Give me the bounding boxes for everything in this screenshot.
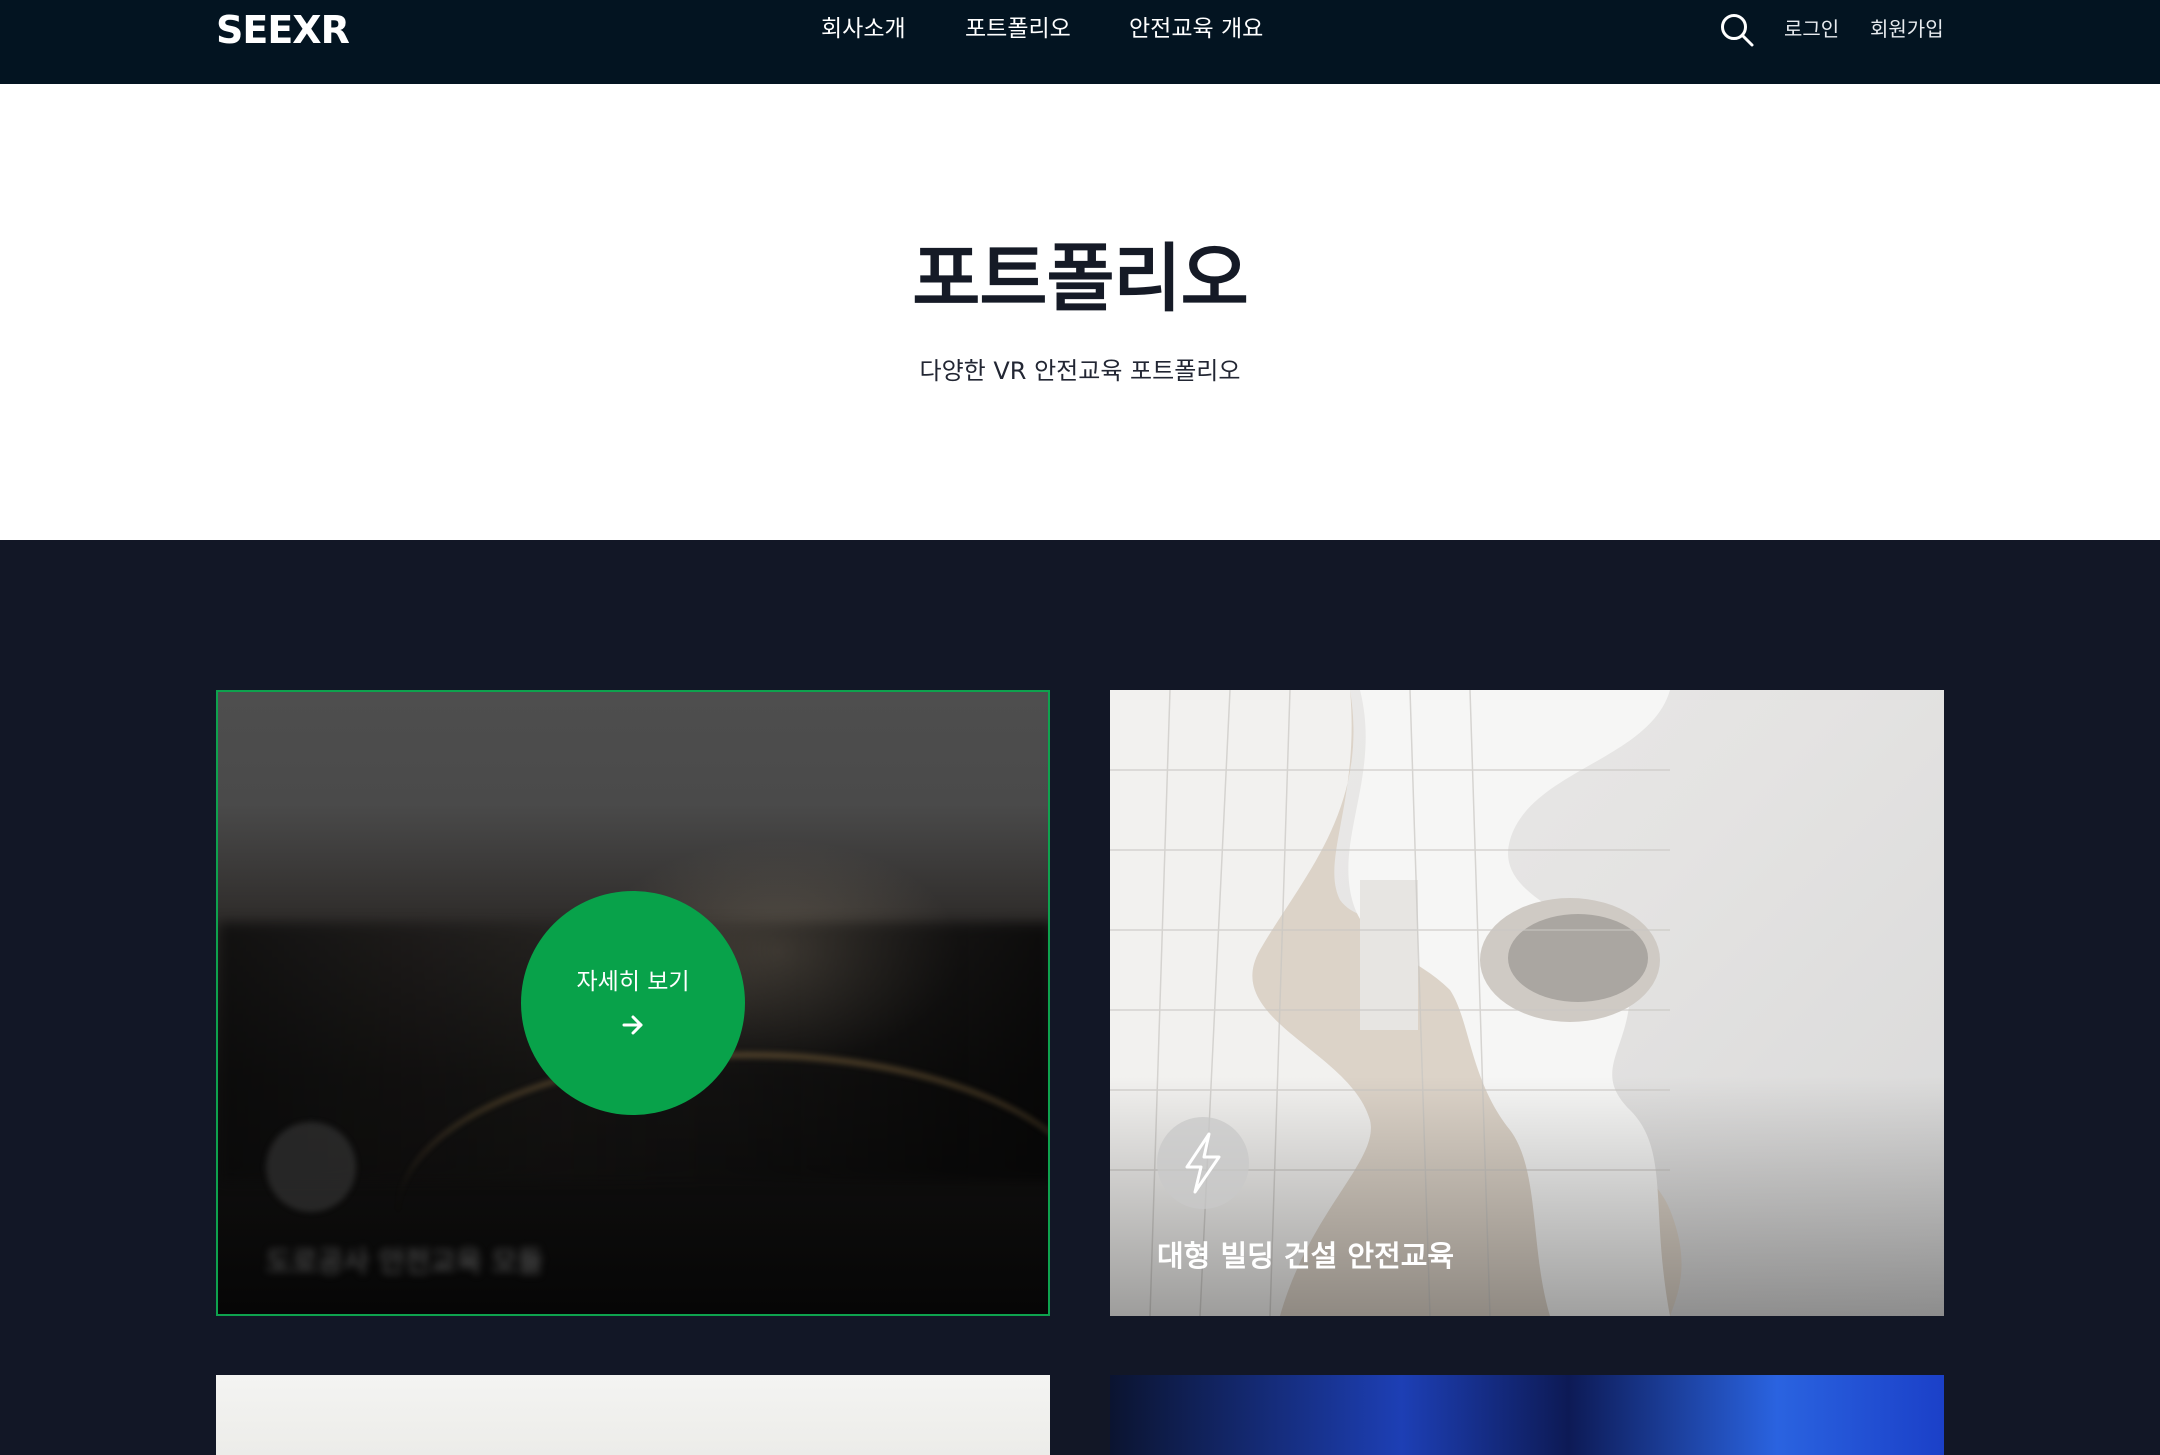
signup-link[interactable]: 회원가입 (1870, 16, 1944, 42)
page-title: 포트폴리오 (912, 236, 1248, 322)
view-details-button[interactable]: 자세히 보기 (521, 891, 745, 1115)
card-title: 대형 빌딩 건설 안전교육 (1157, 1239, 1455, 1273)
view-details-label: 자세히 보기 (576, 969, 690, 995)
card-category-badge (1157, 1117, 1249, 1209)
lightning-bolt-icon (1185, 1132, 1221, 1194)
search-icon[interactable] (1719, 12, 1755, 48)
card-title: 도로공사 안전교육 모듈 (266, 1245, 544, 1278)
page-subtitle: 다양한 VR 안전교육 포트폴리오 (919, 357, 1241, 385)
arrow-right-icon (622, 1015, 643, 1035)
nav-item-safety-overview[interactable]: 안전교육 개요 (1129, 14, 1263, 44)
card-image-partial (216, 1375, 1050, 1455)
portfolio-card-partial-4[interactable] (1110, 1375, 1944, 1455)
seexr-logo[interactable]: SEEXR (216, 8, 350, 52)
nav-item-portfolio[interactable]: 포트폴리오 (965, 14, 1071, 44)
nav-item-company[interactable]: 회사소개 (821, 14, 906, 44)
card-category-icon (266, 1122, 356, 1212)
top-navigation-bar: SEEXR 회사소개 포트폴리오 안전교육 개요 로그인 회원가입 (0, 0, 2160, 84)
card-image-partial (1110, 1375, 1944, 1455)
login-link[interactable]: 로그인 (1784, 16, 1839, 42)
portfolio-hero: 포트폴리오 다양한 VR 안전교육 포트폴리오 (0, 84, 2160, 540)
portfolio-card-building-safety[interactable]: 대형 빌딩 건설 안전교육 (1110, 690, 1944, 1316)
card-image-shade (1110, 1076, 1944, 1316)
portfolio-card-partial-3[interactable] (216, 1375, 1050, 1455)
portfolio-card-road-safety[interactable]: 도로공사 안전교육 모듈 자세히 보기 (216, 690, 1050, 1316)
